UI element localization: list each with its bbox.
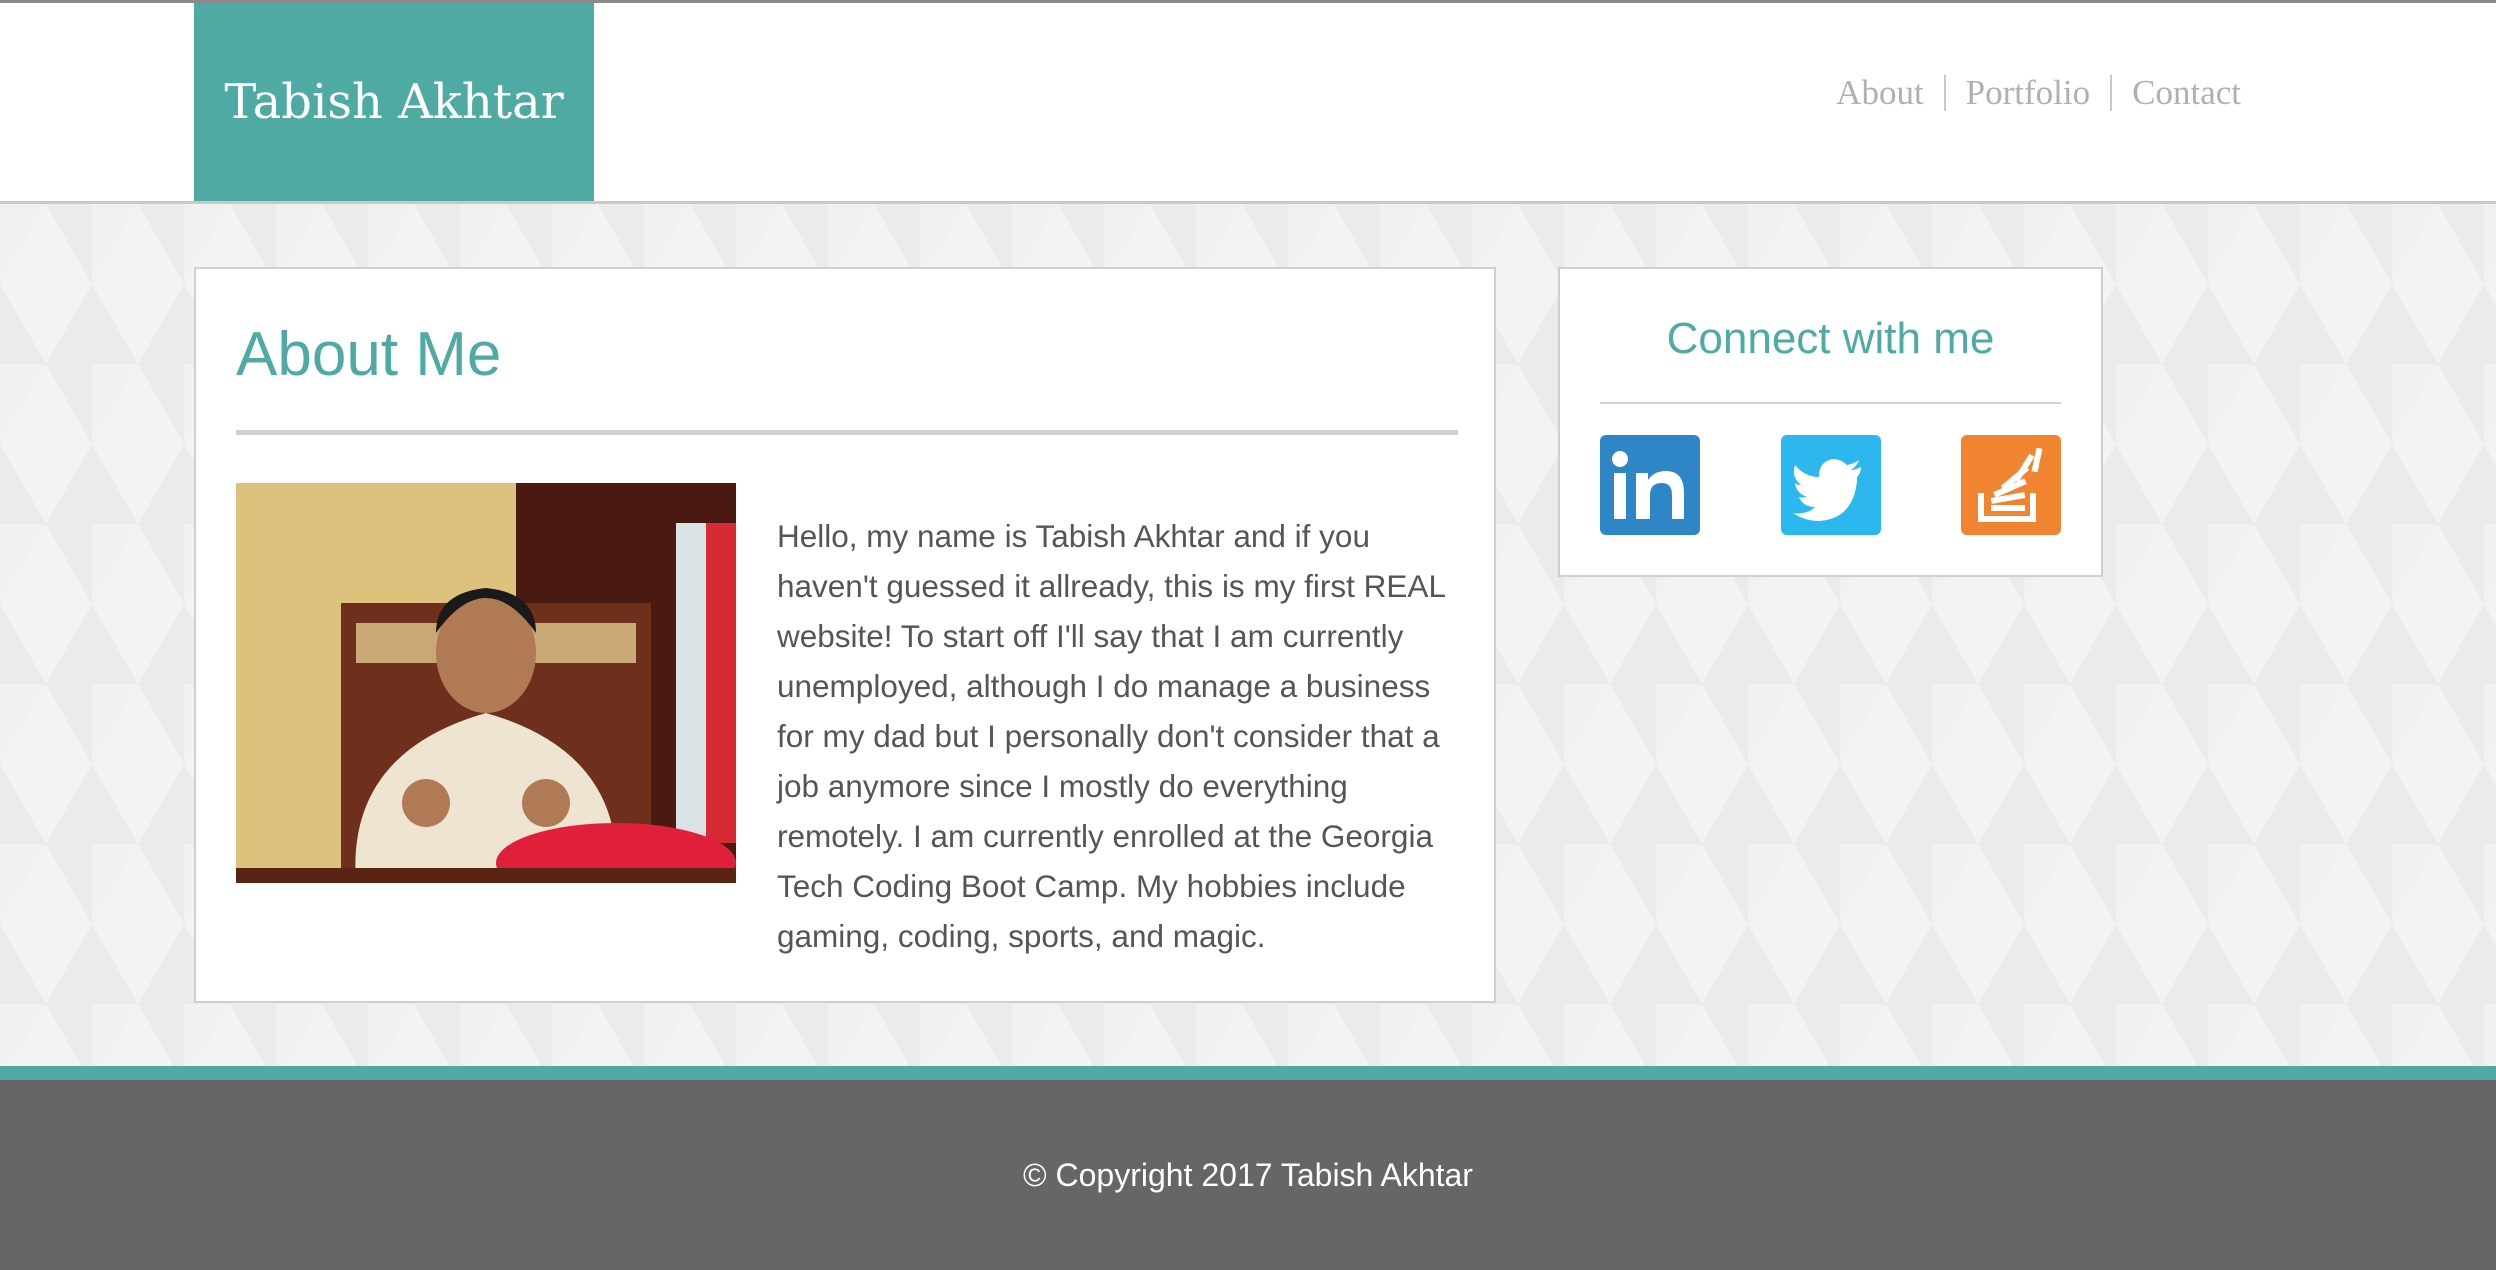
copyright-text: © Copyright 2017 Tabish Akhtar <box>1023 1156 1473 1193</box>
connect-card: Connect with me <box>1558 267 2103 577</box>
about-paragraph: Hello, my name is Tabish Akhtar and if y… <box>777 517 1445 954</box>
linkedin-icon <box>1612 451 1684 519</box>
brand-name[interactable]: Tabish Akhtar <box>224 74 563 130</box>
about-divider <box>236 430 1458 435</box>
nav-separator <box>1943 75 1946 111</box>
about-card: About Me Hello, my name is Tabish Akhtar… <box>194 267 1496 1003</box>
site-header: Tabish Akhtar About Portfolio Contact <box>0 3 2496 204</box>
connect-divider <box>1600 402 2061 404</box>
connect-title: Connect with me <box>1666 314 1995 363</box>
nav-link-portfolio[interactable]: Portfolio <box>1966 73 2090 113</box>
main-nav: About Portfolio Contact <box>1836 73 2241 113</box>
nav-link-about[interactable]: About <box>1836 73 1924 113</box>
nav-separator <box>2110 75 2113 111</box>
nav-link-contact[interactable]: Contact <box>2132 73 2241 113</box>
profile-photo <box>236 483 736 883</box>
twitter-icon <box>1793 459 1861 521</box>
about-title: About Me <box>236 320 502 389</box>
brand-logo[interactable]: Tabish Akhtar <box>194 3 594 201</box>
site-footer: © Copyright 2017 Tabish Akhtar <box>0 1080 2496 1270</box>
stackoverflow-icon <box>1978 447 2043 522</box>
twitter-link[interactable] <box>1781 435 1881 535</box>
stackoverflow-link[interactable] <box>1961 435 2061 535</box>
main-content: About Me Hello, my name is Tabish Akhtar… <box>0 204 2496 1066</box>
linkedin-link[interactable] <box>1600 435 1700 535</box>
footer-accent-bar <box>0 1066 2496 1080</box>
